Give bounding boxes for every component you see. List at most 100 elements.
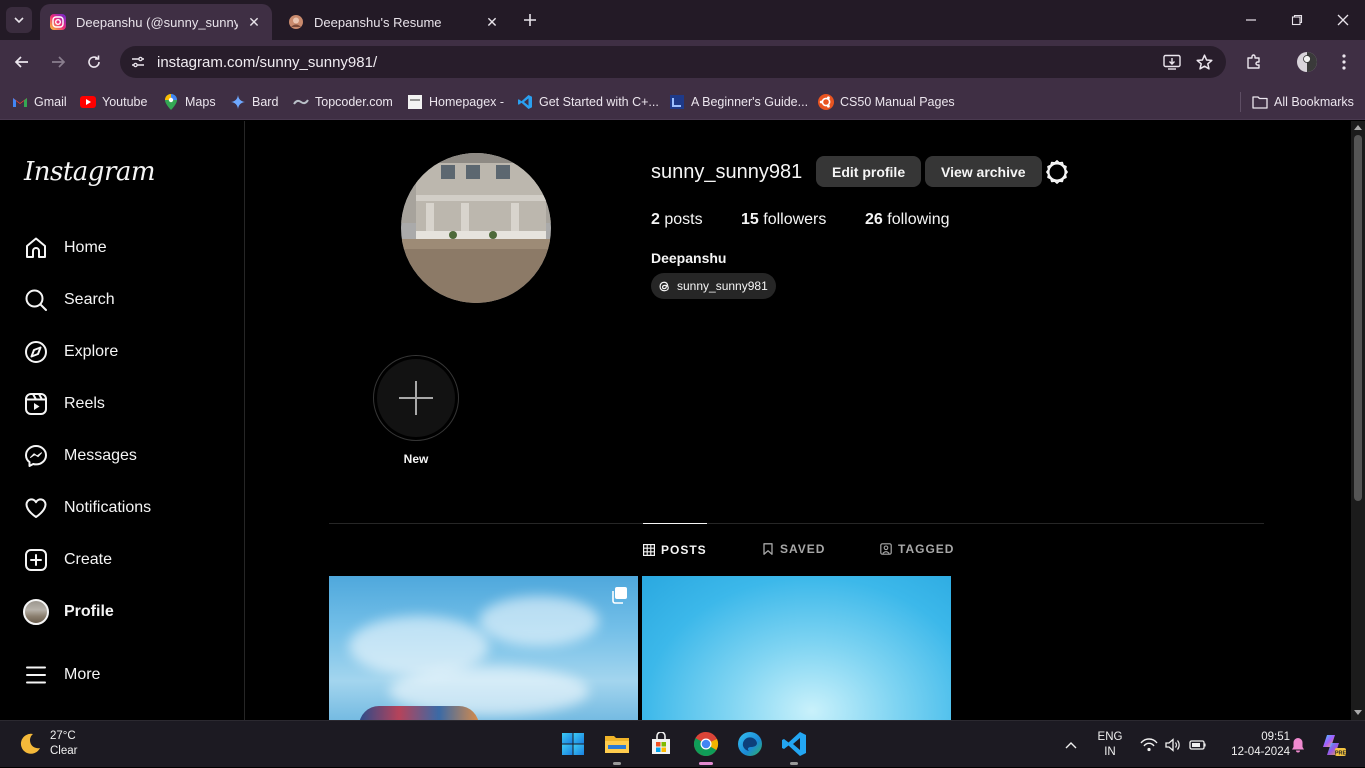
compass-icon <box>25 341 47 363</box>
nav-search[interactable]: Search <box>12 276 232 324</box>
followers-count[interactable]: 15 followers <box>741 211 826 229</box>
bookmarks-separator <box>1240 92 1241 112</box>
bookmark-vscode-cpp[interactable]: Get Started with C+... <box>517 92 659 112</box>
post-subject <box>359 706 479 720</box>
close-window-button[interactable] <box>1331 8 1355 32</box>
url-text[interactable]: instagram.com/sunny_sunny981/ <box>157 54 377 71</box>
posts-count: 2 posts <box>651 211 703 228</box>
tab-tagged[interactable]: TAGGED <box>880 523 954 575</box>
settings-button[interactable] <box>1044 159 1070 185</box>
taskbar-file-explorer[interactable] <box>602 729 632 765</box>
scrollbar-thumb[interactable] <box>1354 135 1362 501</box>
page-icon <box>408 95 422 109</box>
nav-explore[interactable]: Explore <box>12 328 232 376</box>
start-button[interactable] <box>558 729 588 759</box>
forward-button[interactable] <box>46 50 70 74</box>
messenger-icon <box>25 445 47 467</box>
nav-profile[interactable]: Profile <box>12 588 232 636</box>
wifi-volume-battery-icon <box>1140 737 1206 752</box>
close-tab-icon[interactable]: ✕ <box>484 14 500 30</box>
install-app-button[interactable] <box>1160 50 1184 74</box>
language-indicator[interactable]: ENG IN <box>1093 721 1127 768</box>
bookmark-beginners-guide[interactable]: A Beginner's Guide... <box>669 92 808 112</box>
copilot-icon: PRE <box>1323 734 1346 756</box>
profile-avatar[interactable] <box>401 153 551 303</box>
bookmark-topcoder[interactable]: Topcoder.com <box>293 92 393 112</box>
tab-resume[interactable]: Deepanshu's Resume ✕ <box>278 4 510 40</box>
post-thumbnail[interactable] <box>642 576 951 720</box>
tab-posts[interactable]: POSTS <box>643 523 707 575</box>
page-scrollbar[interactable] <box>1351 121 1365 720</box>
browser-menu-button[interactable] <box>1332 50 1356 74</box>
address-bar[interactable]: instagram.com/sunny_sunny981/ <box>120 46 1226 78</box>
nav-more[interactable]: More <box>12 651 232 699</box>
bookmark-gmail[interactable]: Gmail <box>12 92 67 112</box>
star-icon <box>1195 53 1213 70</box>
gmail-icon <box>13 98 27 107</box>
taskbar-edge[interactable] <box>735 729 765 759</box>
copilot-button[interactable]: PRE <box>1318 721 1348 768</box>
following-count[interactable]: 26 following <box>865 211 950 229</box>
profile-main: sunny_sunny981 Edit profile View archive… <box>246 121 1351 720</box>
instagram-favicon-icon <box>50 14 66 30</box>
tab-title: Deepanshu's Resume <box>314 14 442 30</box>
bookmark-cs50[interactable]: CS50 Manual Pages <box>818 92 955 112</box>
show-hidden-icons-button[interactable] <box>1060 721 1082 768</box>
bookmark-star-button[interactable] <box>1192 50 1216 74</box>
view-archive-button[interactable]: View archive <box>925 156 1042 187</box>
notifications-button[interactable] <box>1288 721 1308 768</box>
minimize-icon <box>1246 19 1256 21</box>
back-button[interactable] <box>10 50 34 74</box>
tab-saved[interactable]: SAVED <box>762 523 825 575</box>
close-tab-icon[interactable]: ✕ <box>246 14 262 30</box>
minimize-button[interactable] <box>1239 8 1263 32</box>
scroll-down-icon[interactable] <box>1354 710 1362 716</box>
topcoder-icon <box>293 99 309 105</box>
weather-widget[interactable]: 27°C Clear <box>18 729 77 759</box>
chevron-down-icon <box>14 17 24 24</box>
clock[interactable]: 09:51 12-04-2024 <box>1214 721 1290 768</box>
site-info-icon[interactable] <box>126 50 150 74</box>
vscode-icon <box>782 732 806 756</box>
folder-icon <box>1252 96 1268 109</box>
taskbar-store[interactable] <box>646 729 676 759</box>
post-thumbnail[interactable] <box>329 576 638 720</box>
nav-notifications[interactable]: Notifications <box>12 484 232 532</box>
profile-full-name: Deepanshu <box>651 250 727 266</box>
nav-messages[interactable]: Messages <box>12 432 232 480</box>
nav-home[interactable]: Home <box>12 224 232 272</box>
bookmark-maps[interactable]: Maps <box>163 92 216 112</box>
threads-badge[interactable]: sunny_sunny981 <box>651 273 776 299</box>
plus-icon <box>524 14 536 26</box>
chevron-up-icon <box>1065 741 1077 748</box>
taskbar-vscode[interactable] <box>779 729 809 765</box>
reload-button[interactable] <box>82 50 106 74</box>
nav-create[interactable]: Create <box>12 536 232 584</box>
instagram-logo[interactable]: Instagram <box>24 157 156 187</box>
tab-search-button[interactable] <box>6 7 32 33</box>
tab-instagram[interactable]: Deepanshu (@sunny_sunny981) ✕ <box>40 4 272 40</box>
threads-icon <box>659 281 669 291</box>
bookmark-bard[interactable]: Bard <box>230 92 278 112</box>
extensions-button[interactable] <box>1242 50 1266 74</box>
profile-button[interactable] <box>1295 50 1319 74</box>
all-bookmarks-button[interactable]: All Bookmarks <box>1252 92 1354 112</box>
youtube-icon <box>80 96 96 108</box>
bookmark-youtube[interactable]: Youtube <box>80 92 147 112</box>
browser-toolbar: instagram.com/sunny_sunny981/ <box>0 40 1365 84</box>
quick-settings-button[interactable] <box>1136 721 1210 768</box>
taskbar-chrome[interactable] <box>691 729 721 765</box>
plus-square-icon <box>25 549 47 571</box>
bookmark-homepagex[interactable]: Homepagex - <box>407 92 504 112</box>
restore-button[interactable] <box>1285 8 1309 32</box>
nav-reels[interactable]: Reels <box>12 380 232 428</box>
tab-title: Deepanshu (@sunny_sunny981) <box>76 14 238 30</box>
new-highlight-button[interactable] <box>373 355 459 441</box>
new-tab-button[interactable] <box>520 10 540 30</box>
scroll-up-icon[interactable] <box>1354 124 1362 130</box>
edit-profile-button[interactable]: Edit profile <box>816 156 922 187</box>
maps-icon <box>165 94 177 110</box>
svg-text:PRE: PRE <box>1335 750 1346 756</box>
clock-time: 09:51 <box>1261 730 1290 743</box>
bookmark-icon <box>763 543 773 555</box>
